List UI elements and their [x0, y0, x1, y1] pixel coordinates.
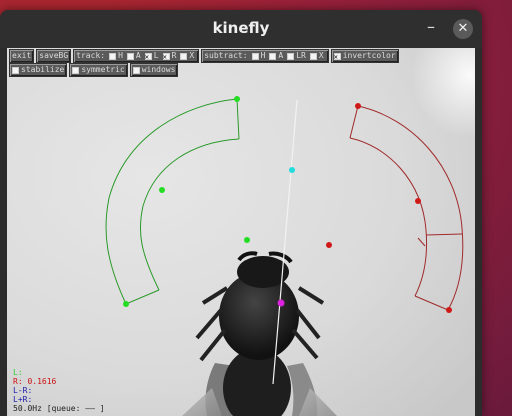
minimize-button[interactable]: –	[421, 18, 441, 38]
savebg-button[interactable]: saveBG	[36, 49, 72, 63]
readout-line: L+R:	[13, 395, 33, 404]
track-x-checkbox[interactable]	[180, 52, 188, 60]
toolbar-row-2: stabilize symmetric windows	[9, 63, 473, 77]
subtract-a-checkbox[interactable]	[269, 52, 277, 60]
savebg-button-label: saveBG	[39, 51, 69, 60]
subtract-x-checkbox[interactable]	[309, 52, 317, 60]
track-r-checkbox[interactable]	[162, 51, 170, 63]
camera-image	[7, 48, 475, 416]
track-h-checkbox[interactable]	[109, 52, 117, 60]
abdomen-handle[interactable]	[277, 299, 285, 307]
track-a-checkbox[interactable]	[126, 52, 134, 60]
subtract-a-label: A	[278, 51, 284, 60]
close-button[interactable]: ✕	[453, 19, 473, 39]
subtract-group-label: subtract:	[204, 51, 248, 60]
toolbar: exitsaveBGtrack:HALRXsubtract:HALRXinver…	[9, 49, 473, 77]
stabilize-checkbox[interactable]: stabilize	[9, 63, 68, 77]
head-handle[interactable]	[289, 167, 295, 173]
subtract-lr-label: LR	[296, 51, 306, 60]
readout-line: R: 0.1616	[13, 377, 57, 386]
invertcolor-checkbox-label: invertcolor	[342, 51, 396, 60]
exit-button-label: exit	[12, 51, 32, 60]
toolbar-row-1: exitsaveBGtrack:HALRXsubtract:HALRXinver…	[9, 49, 473, 63]
camera-view[interactable]: exitsaveBGtrack:HALRXsubtract:HALRXinver…	[7, 48, 475, 416]
readout-line: L:	[13, 368, 23, 377]
windows-checkbox[interactable]: windows	[129, 63, 179, 77]
left-wing-handle-top[interactable]	[234, 96, 240, 102]
readout-line: 50.0Hz [queue: —— ]	[13, 404, 105, 413]
stabilize-checkbox-label: stabilize	[21, 65, 65, 74]
track-h-label: H	[118, 51, 123, 60]
title-bar: kinefly – ✕	[0, 10, 482, 48]
track-x-label: X	[189, 51, 195, 60]
status-readout: L: R: 0.1616 L-R: L+R: 50.0Hz [queue: —— ]	[13, 368, 105, 413]
readout-line: L-R:	[13, 386, 33, 395]
right-wing-handle-mid[interactable]	[415, 198, 421, 204]
subtract-group: subtract: H A LR X	[201, 49, 329, 63]
right-hinge-handle[interactable]	[326, 242, 332, 248]
symmetric-checkbox-label: symmetric	[81, 65, 125, 74]
track-group-label: track:	[76, 51, 106, 60]
window-title: kinefly	[212, 19, 270, 37]
left-wing-handle-mid[interactable]	[159, 187, 165, 193]
track-r-label: R	[171, 51, 177, 60]
subtract-x-label: X	[318, 51, 324, 60]
windows-checkbox-box[interactable]	[132, 66, 140, 74]
subtract-h-checkbox[interactable]	[251, 52, 259, 60]
invertcolor-checkbox[interactable]: invertcolor	[330, 49, 399, 63]
windows-checkbox-label: windows	[141, 65, 176, 74]
stabilize-checkbox-box[interactable]	[12, 66, 19, 74]
exit-button[interactable]: exit	[9, 49, 35, 63]
invertcolor-checkbox-box[interactable]	[333, 51, 341, 63]
track-a-label: A	[135, 51, 141, 60]
app-window: kinefly – ✕ exit saveBG track: H A ✕ L ✕…	[0, 10, 482, 416]
left-wing-handle-bottom[interactable]	[123, 301, 129, 307]
subtract-lr-checkbox[interactable]	[287, 52, 295, 60]
left-hinge-handle[interactable]	[244, 237, 250, 243]
right-wing-handle-top[interactable]	[355, 103, 361, 109]
right-wing-handle-bottom[interactable]	[446, 307, 452, 313]
symmetric-checkbox-box[interactable]	[72, 66, 80, 74]
subtract-h-label: H	[260, 51, 266, 60]
track-l-checkbox[interactable]	[144, 51, 152, 63]
symmetric-checkbox[interactable]: symmetric	[69, 63, 128, 77]
track-group: track: H A L R X	[73, 49, 200, 63]
track-l-label: L	[153, 51, 159, 60]
